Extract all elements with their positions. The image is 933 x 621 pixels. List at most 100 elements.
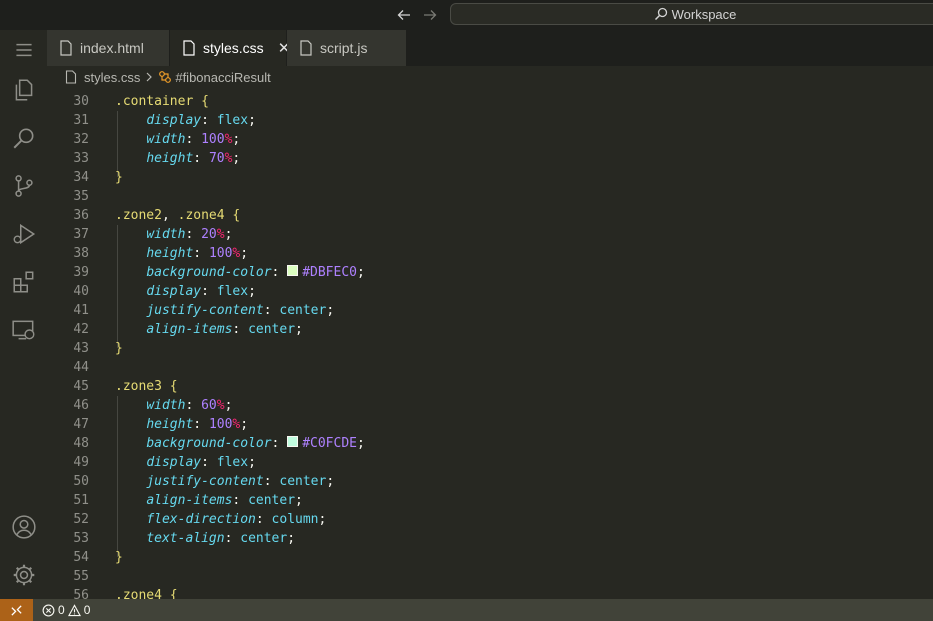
line-number: 42: [73, 322, 89, 337]
line-number: 36: [73, 208, 89, 223]
code-line[interactable]: 56 .zone4 {: [47, 586, 177, 599]
token-brace: {: [201, 94, 209, 109]
explorer-icon[interactable]: [0, 70, 47, 110]
token-val: center: [279, 474, 327, 489]
search-icon: [654, 7, 668, 21]
code-line[interactable]: 36 .zone2, .zone4 {: [47, 206, 240, 225]
search-label: Workspace: [671, 6, 737, 22]
menu-icon[interactable]: [0, 30, 47, 70]
code-line[interactable]: 48 background-color: #C0FCDE;: [47, 434, 365, 453]
problems-indicator[interactable]: 0 0: [42, 599, 93, 621]
code-line[interactable]: 50 justify-content: center;: [47, 472, 334, 491]
code-text: background-color: #C0FCDE;: [115, 434, 365, 453]
accounts-icon[interactable]: [0, 507, 47, 547]
tab-index-html[interactable]: index.html: [47, 30, 170, 66]
remote-indicator-icon[interactable]: [0, 599, 33, 621]
activity-bar: [0, 30, 47, 599]
line-number: 38: [73, 246, 89, 261]
line-number: 50: [73, 474, 89, 489]
token-p: ;: [326, 474, 335, 489]
remote-explorer-icon[interactable]: [0, 310, 47, 350]
code-editor[interactable]: 30 .container {31 display: flex; 32 width:…: [47, 88, 933, 599]
token-p: :: [232, 493, 249, 508]
token-p: :: [271, 265, 288, 280]
code-line[interactable]: 31 display: flex;: [47, 111, 256, 130]
code-line[interactable]: 32 width: 100%;: [47, 130, 240, 149]
arrow-left-icon[interactable]: [393, 4, 415, 26]
code-line[interactable]: 38 height: 100%;: [47, 244, 248, 263]
token-p: ;: [224, 398, 233, 413]
code-line[interactable]: 39 background-color: #DBFEC0;: [47, 263, 365, 282]
code-line[interactable]: 47 height: 100%;: [47, 415, 248, 434]
search-icon[interactable]: [0, 118, 47, 158]
code-text: text-align: center;: [115, 529, 295, 548]
token-sel: .zone3: [115, 379, 170, 394]
code-line[interactable]: 49 display: flex;: [47, 453, 256, 472]
code-line[interactable]: 30 .container {: [47, 92, 209, 111]
token-p: :: [201, 455, 217, 470]
code-line[interactable]: 44: [47, 358, 89, 377]
source-control-icon[interactable]: [0, 166, 47, 206]
warning-count: 0: [83, 603, 91, 617]
code-line[interactable]: 46 width: 60%;: [47, 396, 232, 415]
breadcrumb-file[interactable]: styles.css: [84, 70, 140, 85]
token-sel: .zone2: [115, 208, 162, 223]
arrow-right-icon[interactable]: [419, 4, 441, 26]
token-p: ;: [248, 455, 256, 470]
token-prop: width: [146, 398, 186, 413]
code-line[interactable]: 41 justify-content: center;: [47, 301, 334, 320]
tab-script-js[interactable]: script.js: [287, 30, 407, 66]
command-center-search[interactable]: Workspace: [450, 3, 933, 25]
line-number: 37: [73, 227, 89, 242]
color-swatch[interactable]: [287, 436, 299, 447]
token-p: :: [263, 303, 280, 318]
token-p: ;: [318, 512, 327, 527]
code-line[interactable]: 52 flex-direction: column;: [47, 510, 326, 529]
settings-gear-icon[interactable]: [0, 555, 47, 595]
file-icon: [299, 40, 313, 56]
code-line[interactable]: 34}: [47, 168, 122, 187]
run-debug-icon[interactable]: [0, 214, 47, 254]
line-number: 52: [73, 512, 89, 527]
token-p: ;: [232, 132, 241, 147]
code-text: background-color: #DBFEC0;: [115, 263, 365, 282]
breadcrumb-symbol[interactable]: #fibonacciResult: [175, 70, 270, 85]
token-p: :: [255, 512, 272, 527]
token-p: ;: [357, 436, 365, 451]
code-line[interactable]: 40 display: flex;: [47, 282, 256, 301]
token-sel: .container: [115, 94, 202, 109]
code-line[interactable]: 43}: [47, 339, 122, 358]
breadcrumb: styles.css #fibonacciResult: [47, 66, 933, 88]
code-line[interactable]: 45 .zone3 {: [47, 377, 177, 396]
code-line[interactable]: 51 align-items: center;: [47, 491, 303, 510]
code-line[interactable]: 35: [47, 187, 89, 206]
token-p: :: [193, 417, 209, 432]
color-swatch[interactable]: [287, 265, 299, 276]
line-number: 45: [73, 379, 89, 394]
token-p: :: [232, 322, 249, 337]
extensions-icon[interactable]: [0, 262, 47, 302]
token-prop: text-align: [146, 531, 225, 546]
token-brace: {: [169, 588, 178, 599]
token-num: 100: [208, 417, 233, 432]
tab-styles-css[interactable]: styles.css ✕: [170, 30, 290, 66]
line-number: 39: [73, 265, 89, 280]
code-text: .zone2, .zone4 {: [115, 206, 240, 225]
token-val: flex: [216, 284, 249, 299]
token-prop: align-items: [146, 322, 233, 337]
code-line[interactable]: 55: [47, 567, 89, 586]
token-sel: .zone4: [115, 588, 170, 599]
token-unit: %: [216, 398, 225, 413]
code-line[interactable]: 33 height: 70%;: [47, 149, 240, 168]
token-prop: height: [146, 417, 194, 432]
code-line[interactable]: 54}: [47, 548, 122, 567]
token-p: ;: [295, 493, 303, 508]
line-number: 32: [73, 132, 89, 147]
code-line[interactable]: 53 text-align: center;: [47, 529, 295, 548]
code-line[interactable]: 37 width: 20%;: [47, 225, 232, 244]
code-line[interactable]: 42 align-items: center;: [47, 320, 303, 339]
token-prop: justify-content: [146, 303, 264, 318]
status-bar: 0 0: [0, 599, 933, 621]
line-number: 43: [73, 341, 89, 356]
code-text: justify-content: center;: [115, 472, 334, 491]
